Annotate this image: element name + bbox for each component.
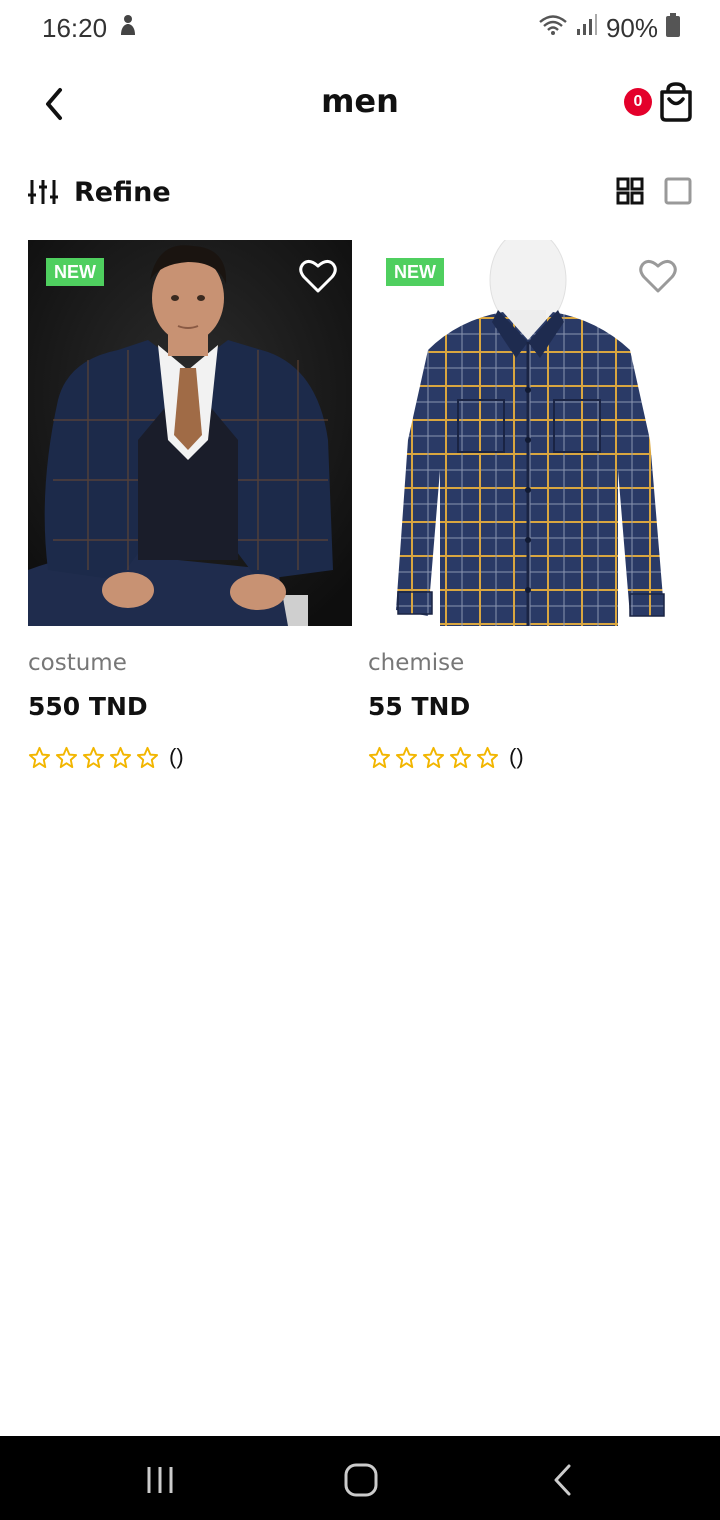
star-icon [422,746,445,768]
product-rating: () [368,744,524,770]
shirt-mannequin-illustration [368,240,692,626]
filter-sliders-icon [28,180,58,204]
cart-count-badge: 0 [624,88,652,116]
product-card[interactable]: NEW costume 550 TND () [28,240,352,780]
star-icon [82,746,105,768]
view-toggle [616,177,692,205]
star-icon [55,746,78,768]
signal-icon [576,13,598,44]
product-image: NEW [28,240,352,626]
star-icon [109,746,132,768]
refine-label: Refine [74,176,171,208]
product-rating: () [28,744,184,770]
star-icon [476,746,499,768]
product-price: 55 TND [368,692,471,721]
favorite-button[interactable] [298,256,338,296]
status-time: 16:20 [42,12,108,43]
app-bar: men 0 [0,60,720,148]
status-right: 90% [538,12,680,44]
battery-level: 90% [605,12,658,43]
cart-button[interactable]: 0 [624,82,694,130]
recents-icon [147,1467,173,1493]
product-name: chemise [368,650,465,676]
status-left: 16:20 [42,13,139,44]
notification-icon [117,13,139,44]
favorite-button[interactable] [638,256,678,296]
toolbar: Refine [0,170,720,214]
rating-count: () [509,744,524,769]
star-icon [28,746,51,768]
suit-model-illustration [28,240,352,626]
product-image: NEW [368,240,692,626]
battery-icon [666,12,680,44]
back-arrow-icon [554,1464,571,1496]
system-back-button[interactable] [543,1460,583,1500]
star-icon [449,746,472,768]
heart-icon [299,259,337,293]
status-bar: 16:20 90% [0,0,720,56]
wifi-icon [538,13,568,44]
shopping-bag-icon [660,82,692,122]
list-view-icon[interactable] [664,177,692,205]
star-icon [395,746,418,768]
home-icon [344,1463,378,1497]
new-badge: NEW [46,258,104,286]
product-name: costume [28,650,127,676]
product-price: 550 TND [28,692,148,721]
system-navigation-bar [0,1436,720,1520]
star-icon [368,746,391,768]
star-icon [136,746,159,768]
rating-count: () [169,744,184,769]
new-badge: NEW [386,258,444,286]
grid-view-icon[interactable] [616,177,644,205]
home-button[interactable] [341,1460,381,1500]
page-title: men [321,82,399,120]
product-card[interactable]: NEW chemise 55 TND () [368,240,692,780]
heart-icon [639,259,677,293]
refine-button[interactable]: Refine [28,170,171,214]
recents-button[interactable] [140,1460,180,1500]
